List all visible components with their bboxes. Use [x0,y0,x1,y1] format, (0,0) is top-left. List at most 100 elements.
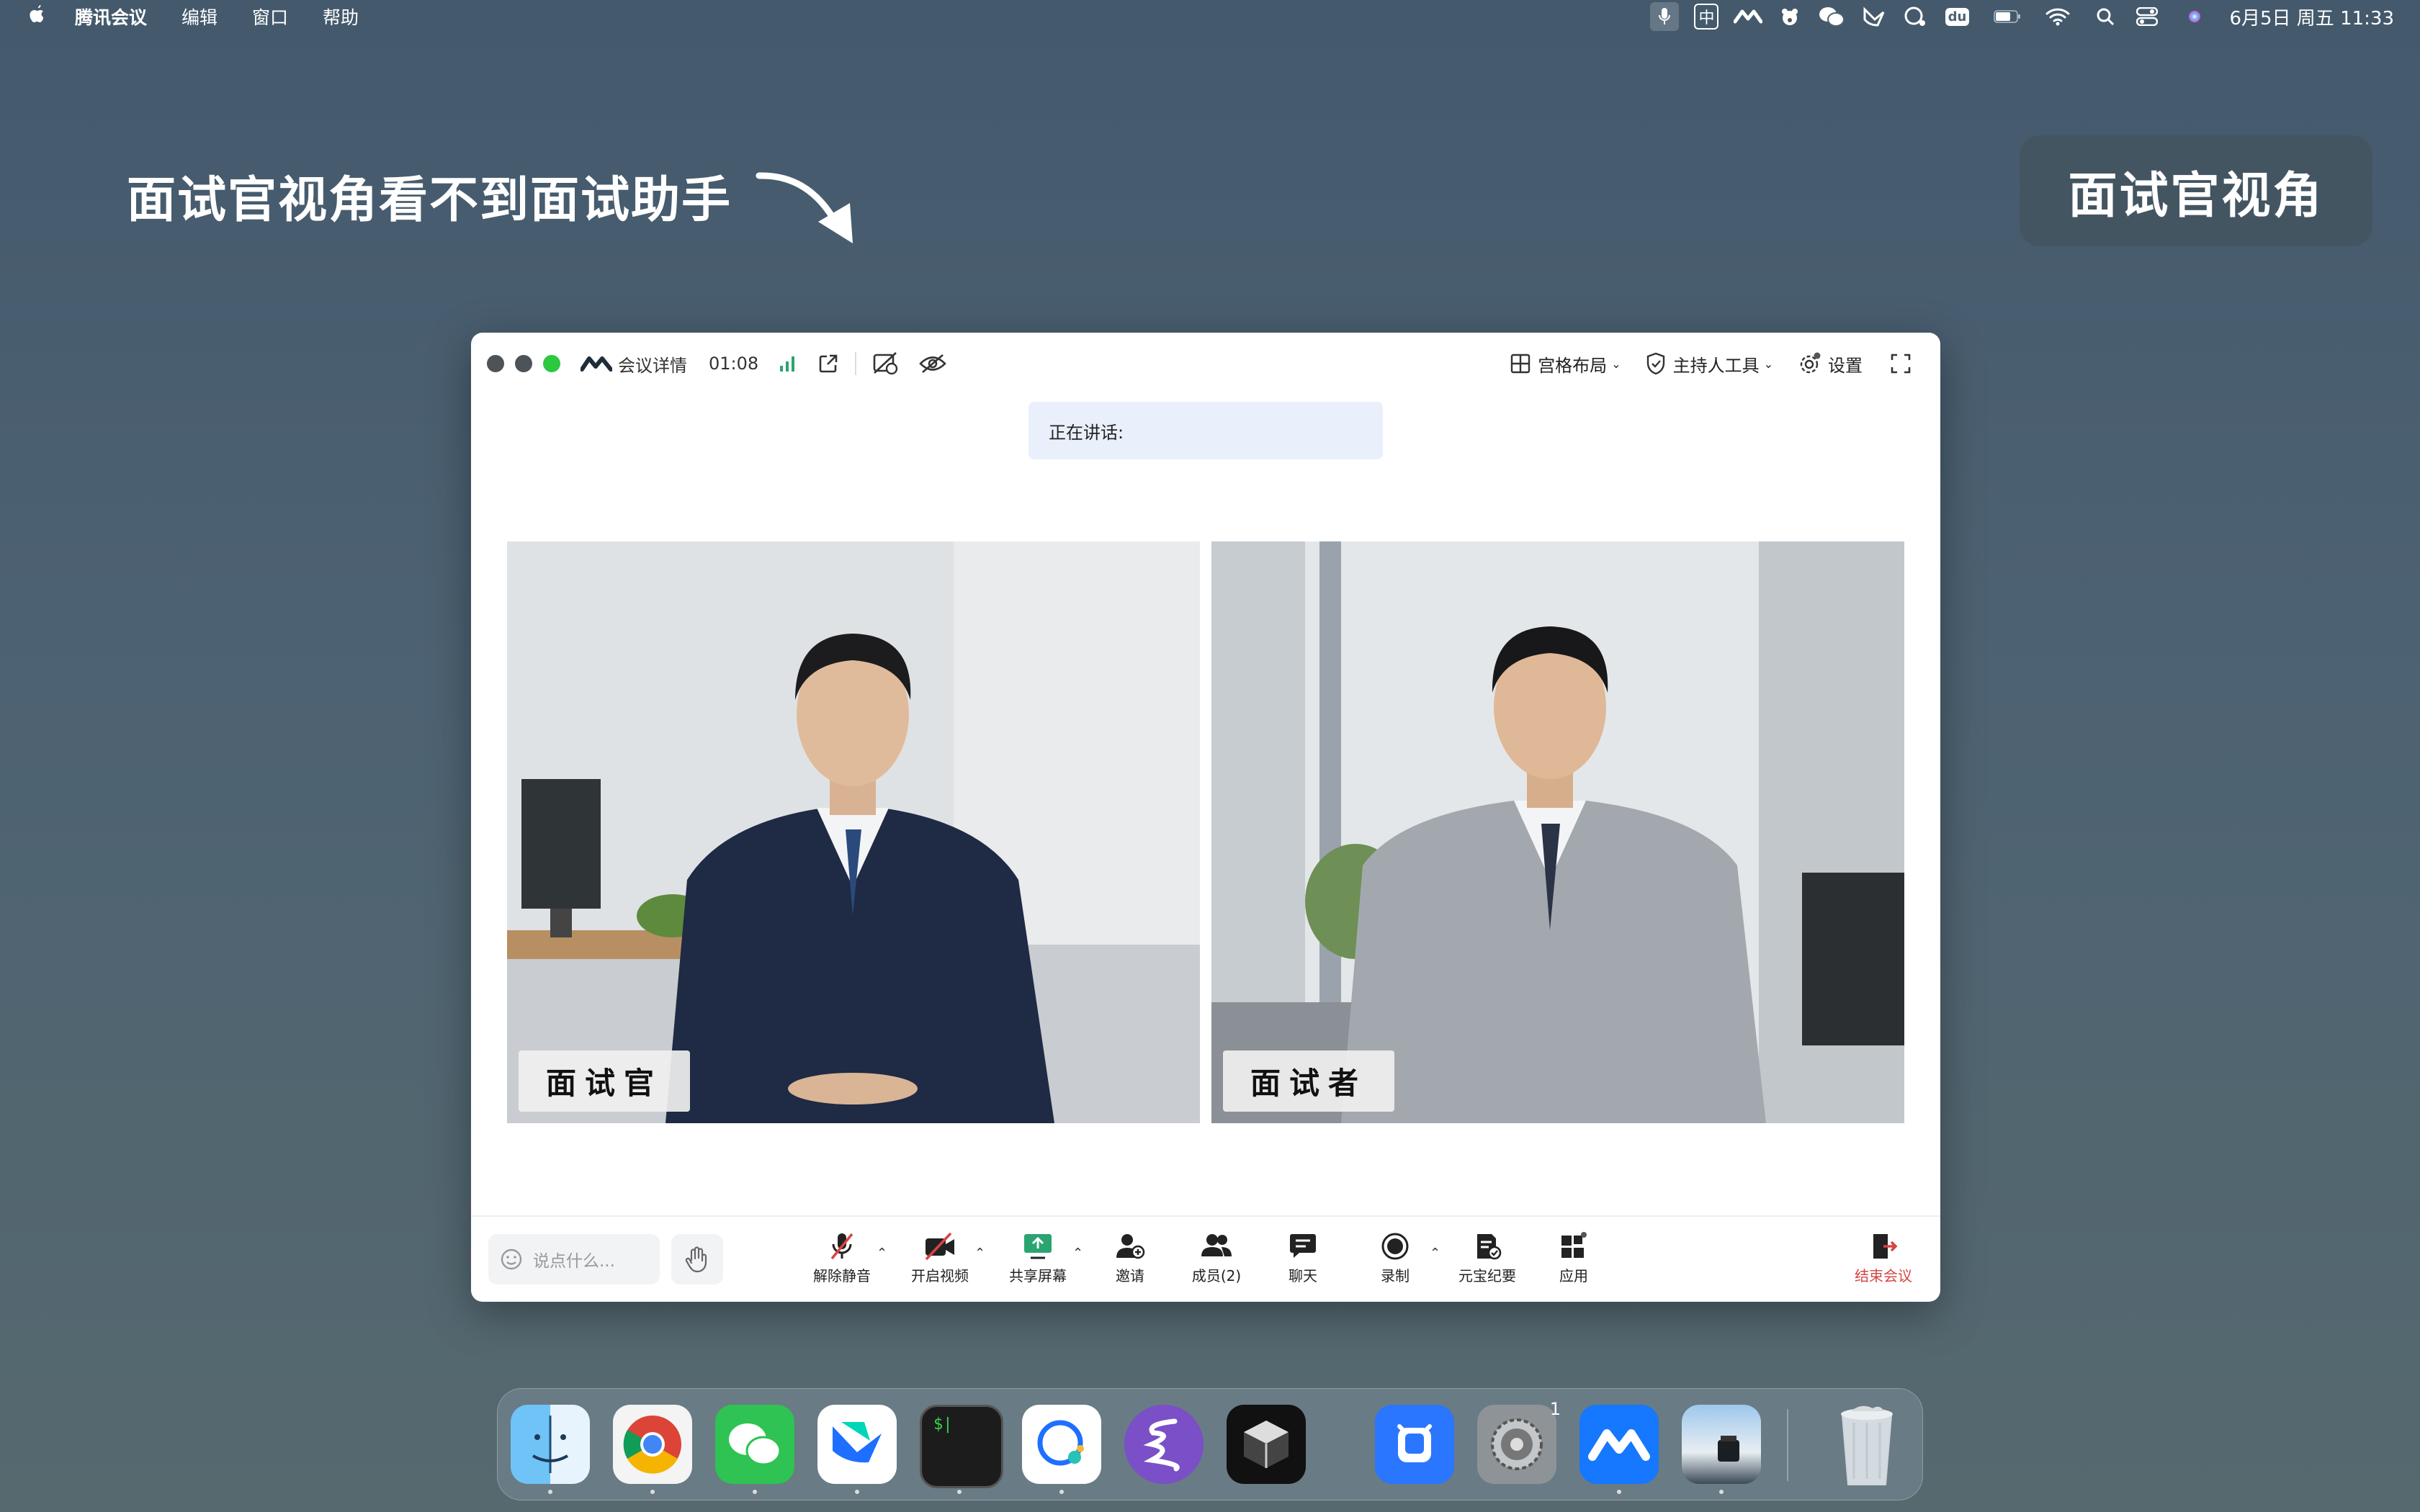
unmute-label: 解除静音 [813,1267,871,1284]
chat-button[interactable]: 聊天 [1263,1228,1343,1285]
host-tools-button[interactable]: 主持人工具 ⌄ [1646,351,1773,377]
tencent-meeting-logo-icon [581,355,612,372]
running-indicator [855,1490,859,1494]
zoom-window-button[interactable] [543,355,560,372]
tile-name-label: 面试者 [1223,1050,1395,1112]
raise-hand-button[interactable] [671,1234,723,1284]
spotlight-icon[interactable] [2091,2,2120,31]
dock-terminal-icon[interactable]: $| [920,1405,1003,1488]
input-method-label: 中 [1694,4,1719,30]
menu-edit[interactable]: 编辑 [182,4,218,30]
speaking-label: 正在讲话: [1049,422,1124,443]
dock-preview-icon[interactable] [1682,1405,1761,1484]
dock-chat-app-icon[interactable] [1022,1405,1101,1484]
microphone-icon[interactable] [1650,2,1680,31]
feishu-icon[interactable] [1859,2,1888,31]
exit-door-icon [1869,1228,1898,1264]
record-options-caret[interactable]: ⌃ [1430,1246,1440,1261]
unmute-button[interactable]: 解除静音 [802,1228,882,1285]
chat-label: 聊天 [1289,1267,1317,1284]
share-screen-button[interactable]: 共享屏幕 [998,1228,1077,1285]
du-icon[interactable]: du [1942,2,1971,31]
settings-badge: 1 [1549,1399,1561,1419]
dock-emacs-icon[interactable] [1124,1405,1204,1484]
popout-icon[interactable] [817,353,839,374]
invite-button[interactable]: 邀请 [1090,1228,1170,1285]
minimize-window-button[interactable] [515,355,532,372]
chat-input-placeholder: 说点什么... [533,1252,615,1271]
invite-icon [1114,1228,1146,1264]
menu-help[interactable]: 帮助 [323,4,359,30]
fullscreen-icon[interactable] [1890,353,1919,374]
hidden-eye-icon[interactable] [918,353,947,374]
record-icon [1381,1228,1410,1264]
chat-input[interactable]: 说点什么... [488,1234,660,1284]
running-indicator [753,1490,757,1494]
unmute-options-caret[interactable]: ⌃ [877,1246,887,1261]
end-meeting-label: 结束会议 [1855,1267,1912,1284]
chat-icon [1288,1228,1318,1264]
video-tile-interviewee[interactable]: 面试者 [1211,541,1904,1123]
record-button[interactable]: 录制 [1355,1228,1435,1285]
dock-chrome-icon[interactable] [613,1405,692,1484]
dock-system-settings-icon[interactable]: 1 [1477,1399,1561,1484]
host-tools-label: 主持人工具 [1672,355,1760,376]
menu-clock[interactable]: 6月5日 周五 11:33 [2229,4,2394,30]
yuanbao-minutes-button[interactable]: 元宝纪要 [1448,1228,1527,1285]
minutes-label: 元宝纪要 [1458,1267,1516,1284]
running-indicator [1719,1490,1724,1494]
running-indicator [650,1490,655,1494]
bear-icon[interactable] [1775,2,1804,31]
dock-trash-icon[interactable] [1827,1405,1906,1485]
dock-feishu-icon[interactable] [817,1405,897,1484]
siri-icon[interactable] [2180,2,2209,31]
dock-finder-icon[interactable] [511,1405,590,1484]
settings-button[interactable]: 设置 [1798,351,1863,377]
interviewee-video-feed [1211,541,1904,1123]
apps-grid-icon [1559,1228,1588,1264]
invite-label: 邀请 [1116,1267,1144,1284]
grid-layout-button[interactable]: 宫格布局 ⌄ [1510,351,1621,377]
chevron-down-icon: ⌄ [1611,356,1621,371]
control-center-icon[interactable] [2133,2,2161,31]
dock-tencent-meeting-icon[interactable] [1579,1405,1659,1484]
interviewer-video-feed [507,541,1200,1123]
close-window-button[interactable] [487,355,504,372]
meeting-details-link[interactable]: 会议详情 [618,351,687,377]
wifi-icon[interactable] [2043,2,2072,31]
members-label: 成员(2) [1191,1267,1242,1284]
grid-layout-label: 宫格布局 [1538,355,1608,376]
app-name-menu[interactable]: 腾讯会议 [75,4,147,30]
menu-window[interactable]: 窗口 [252,4,288,30]
input-method-icon[interactable]: 中 [1692,2,1721,31]
video-tile-interviewer[interactable]: 面试官 [507,541,1200,1123]
running-indicator [1617,1490,1621,1494]
apps-button[interactable]: 应用 [1534,1228,1613,1285]
end-meeting-button[interactable]: 结束会议 [1844,1228,1923,1285]
running-indicator [548,1490,552,1494]
share-screen-label: 共享屏幕 [1009,1267,1067,1284]
apple-menu-icon[interactable] [29,4,46,29]
emoji-icon[interactable] [500,1248,523,1271]
meeting-timer: 01:08 [709,354,759,374]
dock-wechat-icon[interactable] [715,1405,794,1484]
battery-icon[interactable] [1993,2,2022,31]
tencent-meeting-icon[interactable] [1734,2,1763,31]
dock-tencent-docs-icon[interactable] [1375,1405,1454,1484]
meeting-titlebar: 会议详情 01:08 宫格布局 ⌄ 主持人工具 ⌄ 设置 [471,333,1940,395]
network-signal-icon[interactable] [779,354,797,373]
share-options-caret[interactable]: ⌃ [1072,1246,1083,1261]
video-options-caret[interactable]: ⌃ [974,1246,985,1261]
menu-bar: 腾讯会议 编辑 窗口 帮助 中 du 6月5日 周五 11:33 [0,0,2420,33]
start-video-button[interactable]: 开启视频 [900,1228,980,1285]
raise-hand-icon [685,1246,707,1273]
chat-search-icon[interactable] [1901,2,1930,31]
members-button[interactable]: 成员(2) [1177,1228,1256,1285]
ai-off-icon[interactable] [872,351,900,376]
dock-separator [1787,1409,1788,1481]
running-indicator [957,1490,962,1494]
wechat-icon[interactable] [1817,2,1846,31]
dock-cursor-icon[interactable] [1227,1405,1306,1484]
apps-label: 应用 [1559,1267,1588,1284]
minutes-icon [1473,1228,1502,1264]
